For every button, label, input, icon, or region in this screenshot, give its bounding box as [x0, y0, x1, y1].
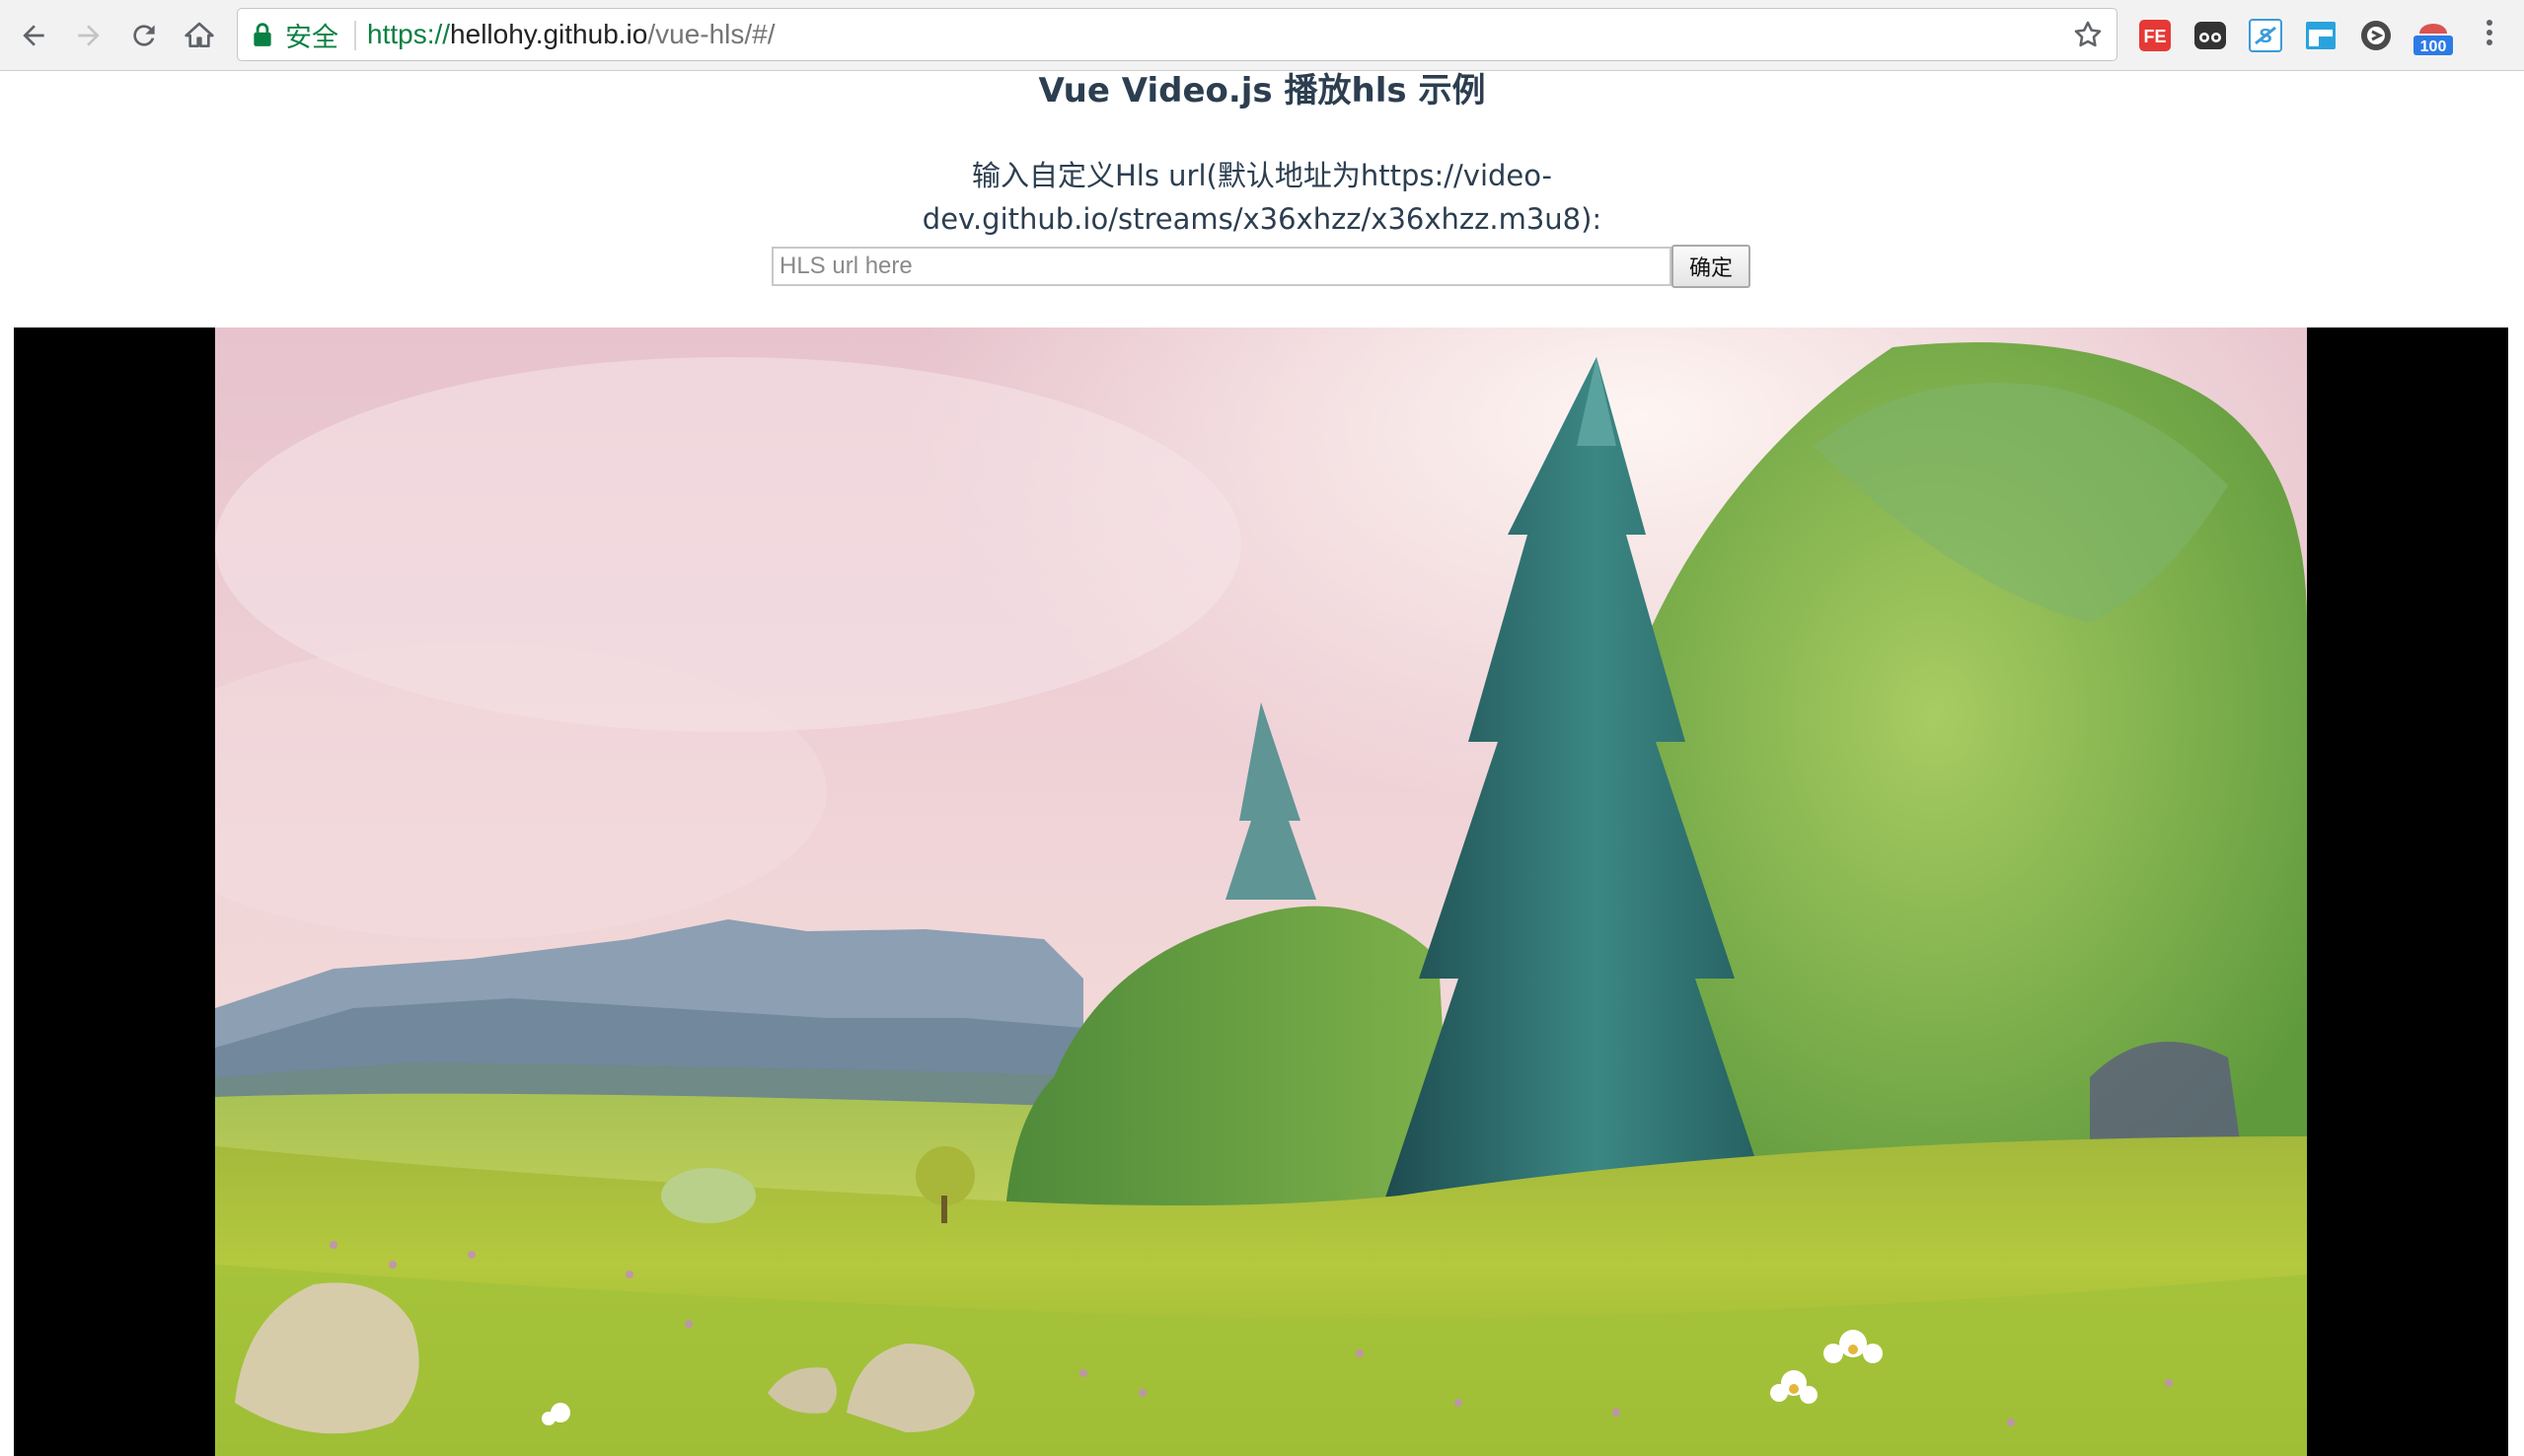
back-arrow-icon — [23, 25, 44, 46]
video-scene — [215, 328, 2307, 1456]
counter-extension-icon: 100 — [2413, 24, 2453, 55]
url-path: /vue-hls/#/ — [647, 19, 776, 49]
window-extension-icon — [2306, 22, 2336, 49]
menu-dot — [2487, 30, 2492, 36]
hls-url-instruction: 输入自定义Hls url(默认地址为https://video-dev.gith… — [922, 159, 1602, 236]
home-icon — [185, 22, 214, 47]
counter-badge-label: 100 — [2420, 38, 2447, 55]
address-divider — [354, 21, 356, 50]
bookmark-star-icon[interactable] — [2071, 18, 2105, 51]
back-button[interactable] — [14, 16, 53, 55]
security-indicator[interactable]: 安全 — [252, 9, 338, 60]
video-player[interactable] — [14, 328, 2508, 1456]
script-extension[interactable] — [2358, 18, 2394, 53]
browser-toolbar: 安全 https://hellohy.github.io/vue-hls/#/ … — [0, 0, 2524, 71]
s-extension-label: S — [2259, 26, 2271, 47]
security-label: 安全 — [285, 22, 338, 53]
fe-helper-extension[interactable]: FE — [2137, 18, 2173, 53]
forward-arrow-icon — [78, 25, 100, 46]
more-menu-button[interactable] — [2475, 16, 2504, 55]
page-content: Vue Video.js 播放hls 示例 输入自定义Hls url(默认地址为… — [0, 71, 2524, 1456]
url-host: hellohy.github.io — [450, 19, 648, 49]
window-extension[interactable] — [2303, 18, 2338, 53]
menu-dot — [2487, 39, 2492, 45]
reload-icon — [133, 25, 155, 46]
hls-url-input[interactable] — [772, 247, 1671, 286]
s-extension[interactable]: S — [2248, 18, 2283, 53]
page-title: Vue Video.js 播放hls 示例 — [1038, 71, 1486, 110]
menu-dot — [2487, 20, 2492, 26]
s-extension-icon: S — [2249, 19, 2282, 52]
home-button[interactable] — [180, 16, 219, 55]
url-scheme: https:// — [367, 19, 451, 49]
video-frame[interactable] — [215, 328, 2307, 1456]
fe-helper-label: FE — [2143, 27, 2166, 46]
script-extension-icon — [2361, 21, 2391, 50]
fe-helper-icon: FE — [2139, 20, 2171, 51]
incognito-extension[interactable] — [2192, 18, 2228, 53]
url-text[interactable]: https://hellohy.github.io/vue-hls/#/ — [367, 9, 776, 60]
lock-icon — [254, 23, 271, 46]
incognito-icon — [2194, 22, 2226, 49]
confirm-button[interactable]: 确定 — [1671, 245, 1750, 288]
address-bar[interactable]: 安全 https://hellohy.github.io/vue-hls/#/ — [237, 8, 2117, 61]
reload-button[interactable] — [124, 16, 164, 55]
forward-button[interactable] — [69, 16, 109, 55]
counter-extension[interactable]: 100 — [2412, 18, 2455, 55]
